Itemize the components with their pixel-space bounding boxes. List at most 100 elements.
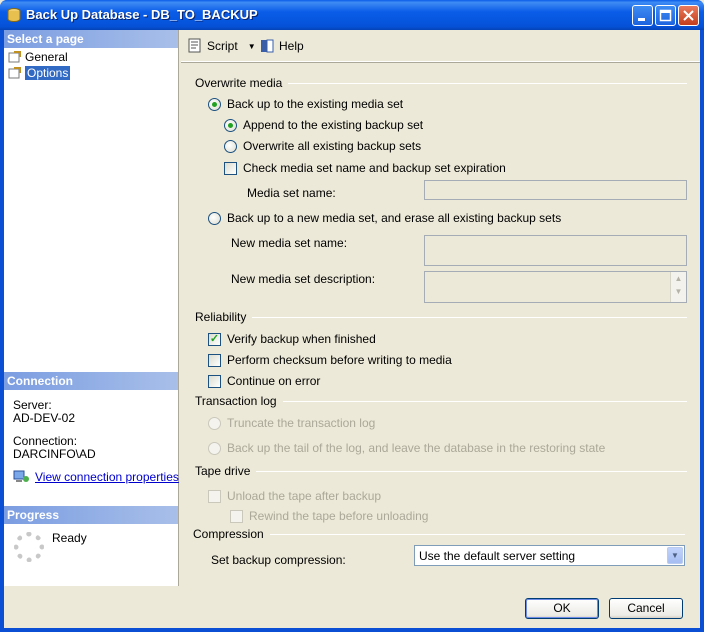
group-label: Compression (193, 527, 264, 541)
group-divider (256, 470, 687, 472)
compression-selected-value: Use the default server setting (419, 549, 576, 563)
overwrite-media-group: Overwrite media (195, 76, 687, 90)
page-item-label: Options (25, 66, 71, 80)
truncate-radio[interactable] (208, 416, 221, 430)
minimize-icon (638, 18, 645, 21)
check-expiration-option[interactable]: Check media set name and backup set expi… (224, 161, 506, 175)
tail-log-radio[interactable] (208, 441, 221, 455)
new-media-name-input[interactable] (424, 235, 687, 266)
unload-tape-label: Unload the tape after backup (227, 489, 382, 503)
unload-tape-checkbox[interactable] (208, 489, 221, 503)
help-button[interactable]: Help (259, 38, 304, 54)
page-item-general[interactable]: General (8, 49, 68, 65)
new-media-set-label: Back up to a new media set, and erase al… (227, 211, 562, 225)
reliability-group: Reliability (195, 310, 687, 324)
scroll-up-icon[interactable]: ▲ (671, 272, 686, 285)
group-label: Tape drive (195, 464, 251, 478)
help-label: Help (279, 39, 304, 53)
dialog-window: Back Up Database - DB_TO_BACKUP Select a… (0, 0, 704, 632)
truncate-label: Truncate the transaction log (227, 416, 376, 430)
script-button[interactable]: Script ▼ (187, 38, 256, 54)
connection-header: Connection (4, 372, 178, 390)
overwrite-radio[interactable] (224, 139, 237, 153)
media-set-name-input[interactable] (424, 180, 687, 200)
options-panel: Overwrite media Back up to the existing … (181, 64, 700, 586)
tail-log-label: Back up the tail of the log, and leave t… (227, 441, 606, 455)
maximize-button[interactable] (655, 5, 676, 26)
database-icon (7, 8, 21, 23)
verify-label: Verify backup when finished (227, 332, 376, 346)
close-button[interactable] (678, 5, 699, 26)
compression-group: Compression (193, 527, 685, 541)
overwrite-option[interactable]: Overwrite all existing backup sets (224, 139, 421, 153)
left-pane: Select a page General Options Connection… (4, 30, 179, 586)
page-item-label: General (25, 50, 68, 64)
group-label: Reliability (195, 310, 247, 324)
set-compression-label: Set backup compression: (211, 553, 346, 567)
existing-media-set-option[interactable]: Back up to the existing media set (208, 97, 403, 111)
rewind-tape-label: Rewind the tape before unloading (249, 509, 429, 523)
check-expiration-label: Check media set name and backup set expi… (243, 161, 506, 175)
continue-on-error-checkbox[interactable] (208, 374, 221, 388)
progress-spinner-icon (14, 532, 44, 562)
progress-status: Ready (52, 531, 87, 545)
dialog-client-area: Select a page General Options Connection… (4, 30, 700, 628)
toolbar: Script ▼ Help (181, 30, 700, 62)
append-radio[interactable] (224, 118, 237, 132)
server-value: AD-DEV-02 (13, 411, 76, 425)
group-label: Overwrite media (195, 76, 283, 90)
verify-checkbox[interactable]: ✓ (208, 332, 221, 346)
new-media-set-option[interactable]: Back up to a new media set, and erase al… (208, 211, 561, 225)
new-media-desc-label: New media set description: (231, 272, 376, 286)
new-media-name-label: New media set name: (231, 236, 348, 250)
chevron-down-icon[interactable]: ▼ (248, 42, 256, 51)
script-icon (188, 38, 201, 53)
check-expiration-checkbox[interactable] (224, 161, 237, 175)
group-divider (282, 400, 687, 402)
page-item-options[interactable]: Options (8, 65, 71, 81)
desc-scrollbar[interactable]: ▲ ▼ (670, 272, 686, 302)
ok-button[interactable]: OK (525, 598, 599, 619)
append-option[interactable]: Append to the existing backup set (224, 118, 423, 132)
checksum-label: Perform checksum before writing to media (227, 353, 452, 367)
close-icon (683, 10, 694, 21)
checksum-option[interactable]: Perform checksum before writing to media (208, 353, 452, 367)
view-connection-properties-link[interactable]: View connection properties (35, 470, 179, 484)
scroll-down-icon[interactable]: ▼ (671, 285, 686, 298)
tail-log-option[interactable]: Back up the tail of the log, and leave t… (208, 441, 605, 455)
verify-option[interactable]: ✓ Verify backup when finished (208, 332, 376, 346)
title-bar[interactable]: Back Up Database - DB_TO_BACKUP (0, 0, 704, 30)
truncate-option[interactable]: Truncate the transaction log (208, 416, 375, 430)
overwrite-label: Overwrite all existing backup sets (243, 139, 422, 153)
unload-tape-option[interactable]: Unload the tape after backup (208, 489, 381, 503)
rewind-tape-checkbox[interactable] (230, 509, 243, 523)
select-page-header: Select a page (4, 30, 178, 48)
page-wrench-icon (8, 51, 21, 63)
script-label: Script (207, 39, 238, 53)
group-divider (269, 533, 685, 535)
view-connection-properties[interactable]: View connection properties (13, 470, 179, 484)
group-divider (252, 316, 687, 318)
window-title: Back Up Database - DB_TO_BACKUP (26, 7, 258, 22)
group-divider (288, 82, 687, 84)
minimize-button[interactable] (632, 5, 653, 26)
maximize-icon (659, 9, 672, 22)
compression-select[interactable]: Use the default server setting ▼ (414, 545, 685, 566)
progress-header: Progress (4, 506, 178, 524)
existing-media-set-label: Back up to the existing media set (227, 97, 404, 111)
append-label: Append to the existing backup set (243, 118, 424, 132)
group-label: Transaction log (195, 394, 277, 408)
page-wrench-icon (8, 67, 21, 79)
tape-drive-group: Tape drive (195, 464, 687, 478)
continue-on-error-option[interactable]: Continue on error (208, 374, 320, 388)
connection-properties-icon (13, 470, 29, 482)
existing-media-set-radio[interactable] (208, 97, 221, 111)
cancel-button[interactable]: Cancel (609, 598, 683, 619)
media-set-name-label: Media set name: (247, 186, 336, 200)
checksum-checkbox[interactable] (208, 353, 221, 367)
rewind-tape-option[interactable]: Rewind the tape before unloading (230, 509, 428, 523)
help-icon (261, 39, 274, 53)
chevron-down-icon[interactable]: ▼ (667, 547, 683, 564)
new-media-desc-input[interactable]: ▲ ▼ (424, 271, 687, 303)
new-media-set-radio[interactable] (208, 211, 221, 225)
